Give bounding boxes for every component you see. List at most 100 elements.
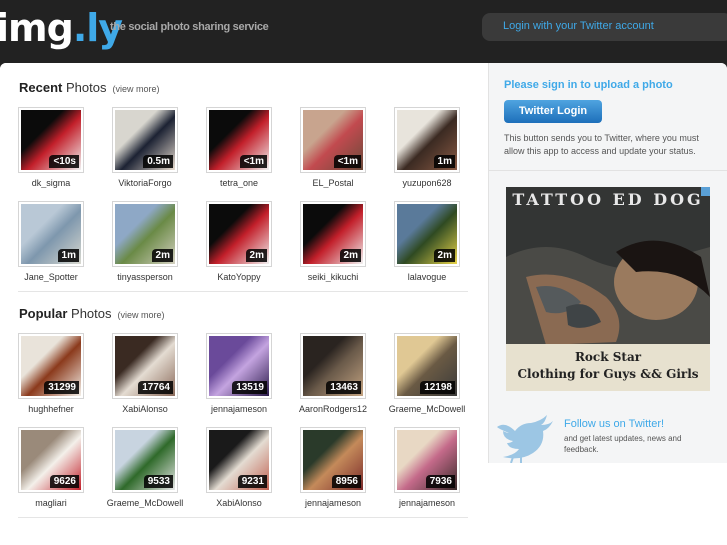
- tagline: the social photo sharing service: [110, 21, 269, 33]
- section-divider: [18, 291, 468, 292]
- view-count-badge: 9626: [49, 475, 79, 488]
- username-link[interactable]: lalavogue: [380, 272, 474, 282]
- username-link[interactable]: KatoYoppy: [192, 272, 286, 282]
- advertisement-banner[interactable]: TATTOO ED DOG Rock Star Clothing for Guy…: [506, 187, 710, 391]
- main-panel: Recent Photos (view more) <10s dk_sigma 0.5…: [0, 63, 727, 545]
- photo-thumbnail[interactable]: 2m: [394, 201, 460, 267]
- username-link[interactable]: hughhefner: [4, 404, 98, 414]
- photo-image: 13463: [303, 336, 363, 396]
- username-link[interactable]: magliari: [4, 498, 98, 508]
- photo-thumbnail[interactable]: 9231: [206, 427, 272, 493]
- photo-thumbnail[interactable]: 2m: [112, 201, 178, 267]
- view-count-badge: 12198: [420, 381, 455, 394]
- twitter-login-link[interactable]: Login with your Twitter account: [482, 13, 727, 41]
- twitter-login-button[interactable]: Twitter Login: [504, 100, 602, 123]
- photo-thumbnail[interactable]: 2m: [206, 201, 272, 267]
- ad-choices-icon[interactable]: [701, 187, 710, 196]
- username-link[interactable]: ViktoriaForgo: [98, 178, 192, 188]
- photo-image: 1m: [397, 110, 457, 170]
- time-ago-badge: <1m: [333, 155, 361, 168]
- username-link[interactable]: Graeme_McDowell: [380, 404, 474, 414]
- photo-thumbnail[interactable]: 7936: [394, 427, 460, 493]
- username-link[interactable]: jennajameson: [286, 498, 380, 508]
- view-count-badge: 9231: [237, 475, 267, 488]
- time-ago-badge: 2m: [433, 249, 455, 262]
- popular-photos-title: Popular Photos (view more): [19, 306, 165, 321]
- username-link[interactable]: tetra_one: [192, 178, 286, 188]
- photo-thumbnail[interactable]: 13519: [206, 333, 272, 399]
- photo-image: 9533: [115, 430, 175, 490]
- photo-image: 9231: [209, 430, 269, 490]
- photo-image: 17764: [115, 336, 175, 396]
- view-count-badge: 17764: [138, 381, 173, 394]
- photo-thumbnail[interactable]: 17764: [112, 333, 178, 399]
- photo-image: 13519: [209, 336, 269, 396]
- recent-photos-title: Recent Photos (view more): [19, 80, 160, 95]
- photo-image: 2m: [209, 204, 269, 264]
- username-link[interactable]: tinyassperson: [98, 272, 192, 282]
- photo-feed: Recent Photos (view more) <10s dk_sigma 0.5…: [0, 63, 488, 545]
- username-link[interactable]: dk_sigma: [4, 178, 98, 188]
- photo-thumbnail[interactable]: 2m: [300, 201, 366, 267]
- recent-view-more-link[interactable]: (view more): [112, 84, 159, 94]
- view-count-badge: 31299: [44, 381, 79, 394]
- popular-view-more-link[interactable]: (view more): [118, 310, 165, 320]
- photo-thumbnail[interactable]: <10s: [18, 107, 84, 173]
- view-count-badge: 8956: [331, 475, 361, 488]
- photo-thumbnail[interactable]: 13463: [300, 333, 366, 399]
- photo-image: 1m: [21, 204, 81, 264]
- photo-thumbnail[interactable]: 1m: [18, 201, 84, 267]
- photo-image: 0.5m: [115, 110, 175, 170]
- photo-thumbnail[interactable]: <1m: [206, 107, 272, 173]
- time-ago-badge: <10s: [49, 155, 79, 168]
- username-link[interactable]: seiki_kikuchi: [286, 272, 380, 282]
- view-count-badge: 13463: [326, 381, 361, 394]
- photo-thumbnail[interactable]: 31299: [18, 333, 84, 399]
- photo-thumbnail[interactable]: <1m: [300, 107, 366, 173]
- time-ago-badge: 2m: [339, 249, 361, 262]
- username-link[interactable]: jennajameson: [380, 498, 474, 508]
- photo-image: <1m: [303, 110, 363, 170]
- photo-image: <1m: [209, 110, 269, 170]
- sidebar: Please sign in to upload a photo Twitter…: [488, 63, 727, 463]
- photo-image: 12198: [397, 336, 457, 396]
- username-link[interactable]: Jane_Spotter: [4, 272, 98, 282]
- username-link[interactable]: jennajameson: [192, 404, 286, 414]
- username-link[interactable]: yuzupon628: [380, 178, 474, 188]
- ad-caption: Rock Star Clothing for Guys && Girls: [506, 344, 710, 391]
- username-link[interactable]: Graeme_McDowell: [98, 498, 192, 508]
- photo-thumbnail[interactable]: 1m: [394, 107, 460, 173]
- username-link[interactable]: XabiAlonso: [192, 498, 286, 508]
- photo-image: 2m: [397, 204, 457, 264]
- twitter-bird-icon: [497, 415, 553, 463]
- view-count-badge: 13519: [232, 381, 267, 394]
- photo-image: 2m: [115, 204, 175, 264]
- username-link[interactable]: XabiAlonso: [98, 404, 192, 414]
- time-ago-badge: 1m: [57, 249, 79, 262]
- follow-twitter-section: Follow us on Twitter! and get latest upd…: [489, 404, 727, 463]
- photo-thumbnail[interactable]: 0.5m: [112, 107, 178, 173]
- time-ago-badge: 2m: [151, 249, 173, 262]
- photo-thumbnail[interactable]: 9626: [18, 427, 84, 493]
- photo-image: 7936: [397, 430, 457, 490]
- signin-title: Please sign in to upload a photo: [504, 79, 673, 91]
- photo-thumbnail[interactable]: 8956: [300, 427, 366, 493]
- photo-thumbnail[interactable]: 9533: [112, 427, 178, 493]
- photo-image: <10s: [21, 110, 81, 170]
- time-ago-badge: 2m: [245, 249, 267, 262]
- username-link[interactable]: EL_Postal: [286, 178, 380, 188]
- section-divider: [18, 517, 468, 518]
- signin-description: This button sends you to Twitter, where …: [504, 133, 699, 156]
- photo-thumbnail[interactable]: 12198: [394, 333, 460, 399]
- time-ago-badge: 0.5m: [143, 155, 173, 168]
- time-ago-badge: 1m: [433, 155, 455, 168]
- username-link[interactable]: AaronRodgers12: [286, 404, 380, 414]
- follow-twitter-link[interactable]: Follow us on Twitter!: [564, 418, 664, 430]
- photo-image: 8956: [303, 430, 363, 490]
- photo-image: 2m: [303, 204, 363, 264]
- view-count-badge: 7936: [425, 475, 455, 488]
- photo-image: 9626: [21, 430, 81, 490]
- header: img.ly the social photo sharing service …: [0, 0, 727, 62]
- sidebar-divider: [489, 170, 727, 171]
- logo[interactable]: img.ly: [0, 6, 123, 50]
